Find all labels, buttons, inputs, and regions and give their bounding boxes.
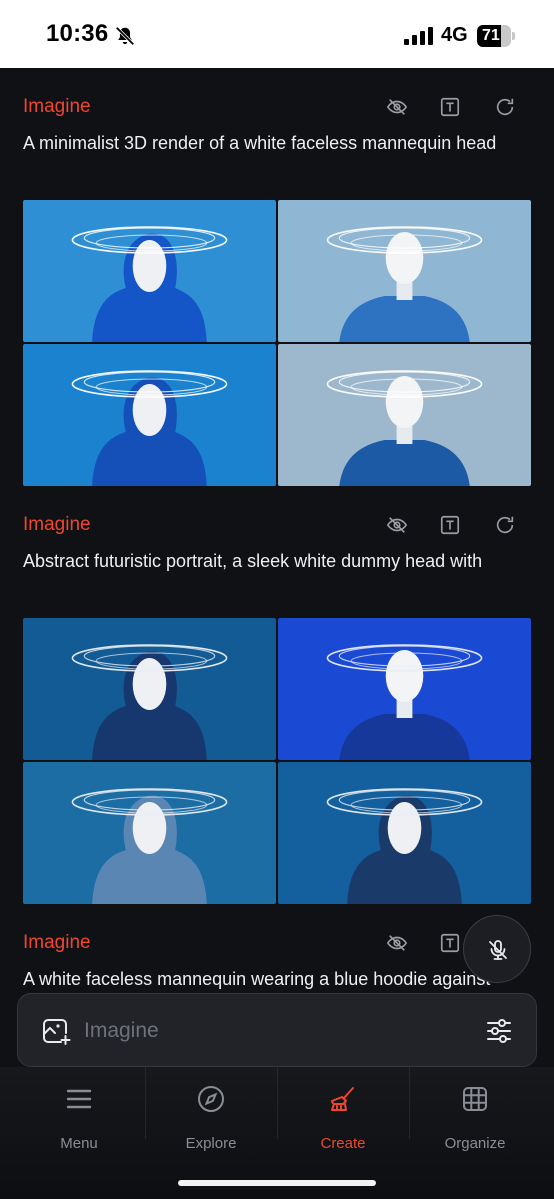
nav-item-explore[interactable]: Explore [145,1083,277,1153]
generated-image[interactable] [23,200,276,342]
network-type: 4G [441,24,468,46]
eye-off-icon[interactable] [386,932,408,954]
generated-image[interactable] [23,344,276,486]
home-indicator [178,1180,376,1186]
text-icon[interactable] [439,514,461,536]
brush-icon [331,1087,354,1111]
generated-image[interactable] [23,762,276,904]
prompt-text: Abstract futuristic portrait, a sleek wh… [23,551,483,571]
battery-level: 71 [482,27,500,44]
status-bar: 10:36 4G 71 [0,0,554,68]
card-header: Imagine [23,508,533,542]
add-image-icon[interactable] [40,1015,72,1047]
image-grid [23,200,532,486]
feed-card: Imagine A minimalist 3D render of a whit… [0,90,554,490]
card-type-label: Imagine [23,514,91,535]
card-header: Imagine [23,926,533,960]
generated-image[interactable] [278,618,531,760]
nav-item-organize[interactable]: Organize [409,1083,541,1153]
eye-off-icon[interactable] [386,514,408,536]
text-icon[interactable] [439,932,461,954]
eye-off-icon[interactable] [386,96,408,118]
text-icon[interactable] [439,96,461,118]
generated-image[interactable] [278,762,531,904]
nav-label: Organize [444,1135,506,1152]
feed-card: Imagine Abstract futuristic portrait, a … [0,508,554,908]
mic-off-icon [489,940,507,960]
generated-image[interactable] [278,200,531,342]
generated-image[interactable] [23,618,276,760]
card-type-label: Imagine [23,932,91,953]
refresh-icon[interactable] [494,96,516,118]
prompt-composer [17,993,537,1067]
compass-icon [198,1086,224,1112]
nav-item-create[interactable]: Create [277,1083,409,1153]
signal-icon [404,27,433,45]
prompt-text: A minimalist 3D render of a white facele… [23,133,497,153]
image-grid [23,618,532,904]
nav-label: Explore [185,1135,237,1152]
card-header: Imagine [23,90,533,124]
nav-item-menu[interactable]: Menu [13,1083,145,1153]
refresh-icon[interactable] [494,514,516,536]
card-type-label: Imagine [23,96,91,117]
grid-icon [463,1087,487,1111]
status-time: 10:36 [46,20,109,47]
sliders-icon[interactable] [485,1017,513,1045]
prompt-input[interactable] [84,1016,464,1046]
generated-image[interactable] [278,344,531,486]
nav-label: Menu [60,1135,98,1152]
mic-button[interactable] [463,915,531,983]
bell-slash-icon [115,26,135,46]
menu-icon [66,1089,92,1109]
nav-label: Create [320,1135,366,1152]
battery-indicator: 71 [477,25,515,47]
